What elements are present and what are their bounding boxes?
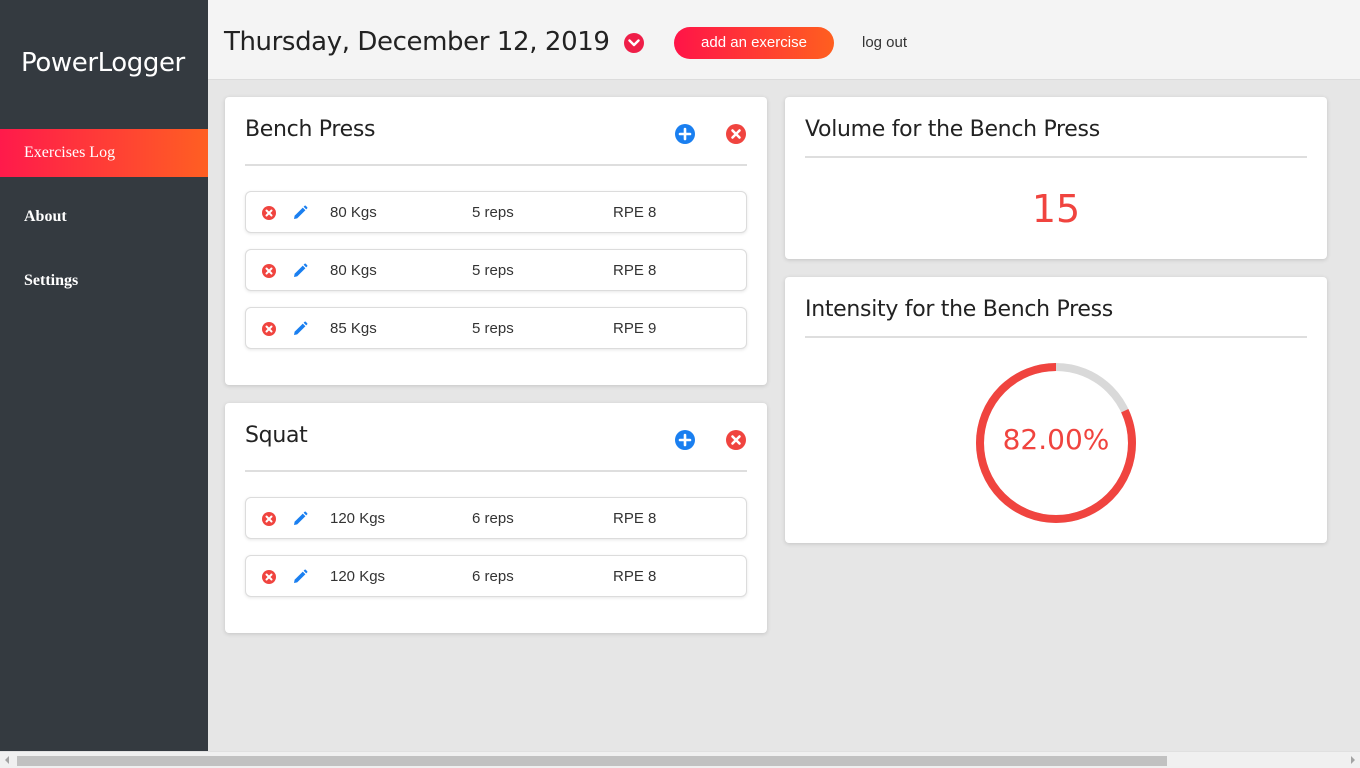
logout-link[interactable]: log out — [862, 34, 907, 51]
plus-circle-icon[interactable] — [675, 430, 695, 450]
divider — [245, 164, 747, 166]
set-weight: 80 Kgs — [330, 204, 377, 221]
exercise-card-bench-press: Bench Press 80 Kgs 5 reps RPE 8 80 Kgs 5… — [225, 97, 767, 385]
add-exercise-button[interactable]: add an exercise — [674, 27, 834, 59]
set-weight: 80 Kgs — [330, 262, 377, 279]
set-row: 120 Kgs 6 reps RPE 8 — [245, 555, 747, 597]
volume-title: Volume for the Bench Press — [805, 117, 1100, 142]
sidebar: PowerLogger Exercises Log About Settings — [0, 0, 208, 751]
pencil-icon[interactable] — [291, 262, 309, 280]
set-weight: 85 Kgs — [330, 320, 377, 337]
close-circle-icon[interactable] — [262, 322, 276, 336]
exercise-title: Squat — [245, 423, 308, 448]
close-circle-icon[interactable] — [262, 264, 276, 278]
close-circle-icon[interactable] — [262, 512, 276, 526]
set-reps: 6 reps — [472, 568, 514, 585]
set-rpe: RPE 8 — [613, 204, 657, 221]
pencil-icon[interactable] — [291, 510, 309, 528]
sidebar-item-about[interactable]: About — [0, 193, 208, 241]
current-date: Thursday, December 12, 2019 — [224, 27, 610, 57]
close-circle-icon[interactable] — [262, 570, 276, 584]
plus-circle-icon[interactable] — [675, 124, 695, 144]
volume-value: 15 — [1031, 187, 1081, 231]
chevron-down-icon[interactable] — [624, 33, 644, 53]
volume-card: Volume for the Bench Press 15 — [785, 97, 1327, 259]
pencil-icon[interactable] — [291, 204, 309, 222]
app-brand: PowerLogger — [21, 48, 185, 78]
divider — [805, 336, 1307, 338]
pencil-icon[interactable] — [291, 568, 309, 586]
sidebar-item-settings[interactable]: Settings — [0, 257, 208, 305]
set-reps: 5 reps — [472, 262, 514, 279]
set-rpe: RPE 8 — [613, 262, 657, 279]
sidebar-item-exercises-log[interactable]: Exercises Log — [0, 129, 208, 177]
set-row: 120 Kgs 6 reps RPE 8 — [245, 497, 747, 539]
set-rpe: RPE 9 — [613, 320, 657, 337]
close-circle-icon[interactable] — [726, 430, 746, 450]
set-weight: 120 Kgs — [330, 510, 386, 527]
set-reps: 6 reps — [472, 510, 514, 527]
divider — [805, 156, 1307, 158]
pencil-icon[interactable] — [291, 320, 309, 338]
horizontal-scrollbar[interactable] — [0, 751, 1360, 768]
scrollbar-thumb[interactable] — [17, 756, 1167, 766]
set-row: 85 Kgs 5 reps RPE 9 — [245, 307, 747, 349]
set-weight: 120 Kgs — [330, 568, 386, 585]
intensity-percentage: 82.00% — [1002, 423, 1110, 456]
set-rpe: RPE 8 — [613, 568, 657, 585]
top-bar: Thursday, December 12, 2019 add an exerc… — [208, 0, 1360, 80]
exercise-title: Bench Press — [245, 117, 376, 142]
intensity-card: Intensity for the Bench Press 82.00% — [785, 277, 1327, 543]
set-reps: 5 reps — [472, 320, 514, 337]
set-row: 80 Kgs 5 reps RPE 8 — [245, 191, 747, 233]
intensity-title: Intensity for the Bench Press — [805, 297, 1113, 322]
set-row: 80 Kgs 5 reps RPE 8 — [245, 249, 747, 291]
set-reps: 5 reps — [472, 204, 514, 221]
close-circle-icon[interactable] — [262, 206, 276, 220]
set-rpe: RPE 8 — [613, 510, 657, 527]
close-circle-icon[interactable] — [726, 124, 746, 144]
scroll-left-icon[interactable] — [5, 756, 9, 764]
exercise-card-squat: Squat 120 Kgs 6 reps RPE 8 120 Kgs 6 rep… — [225, 403, 767, 633]
divider — [245, 470, 747, 472]
scroll-right-icon[interactable] — [1351, 756, 1355, 764]
